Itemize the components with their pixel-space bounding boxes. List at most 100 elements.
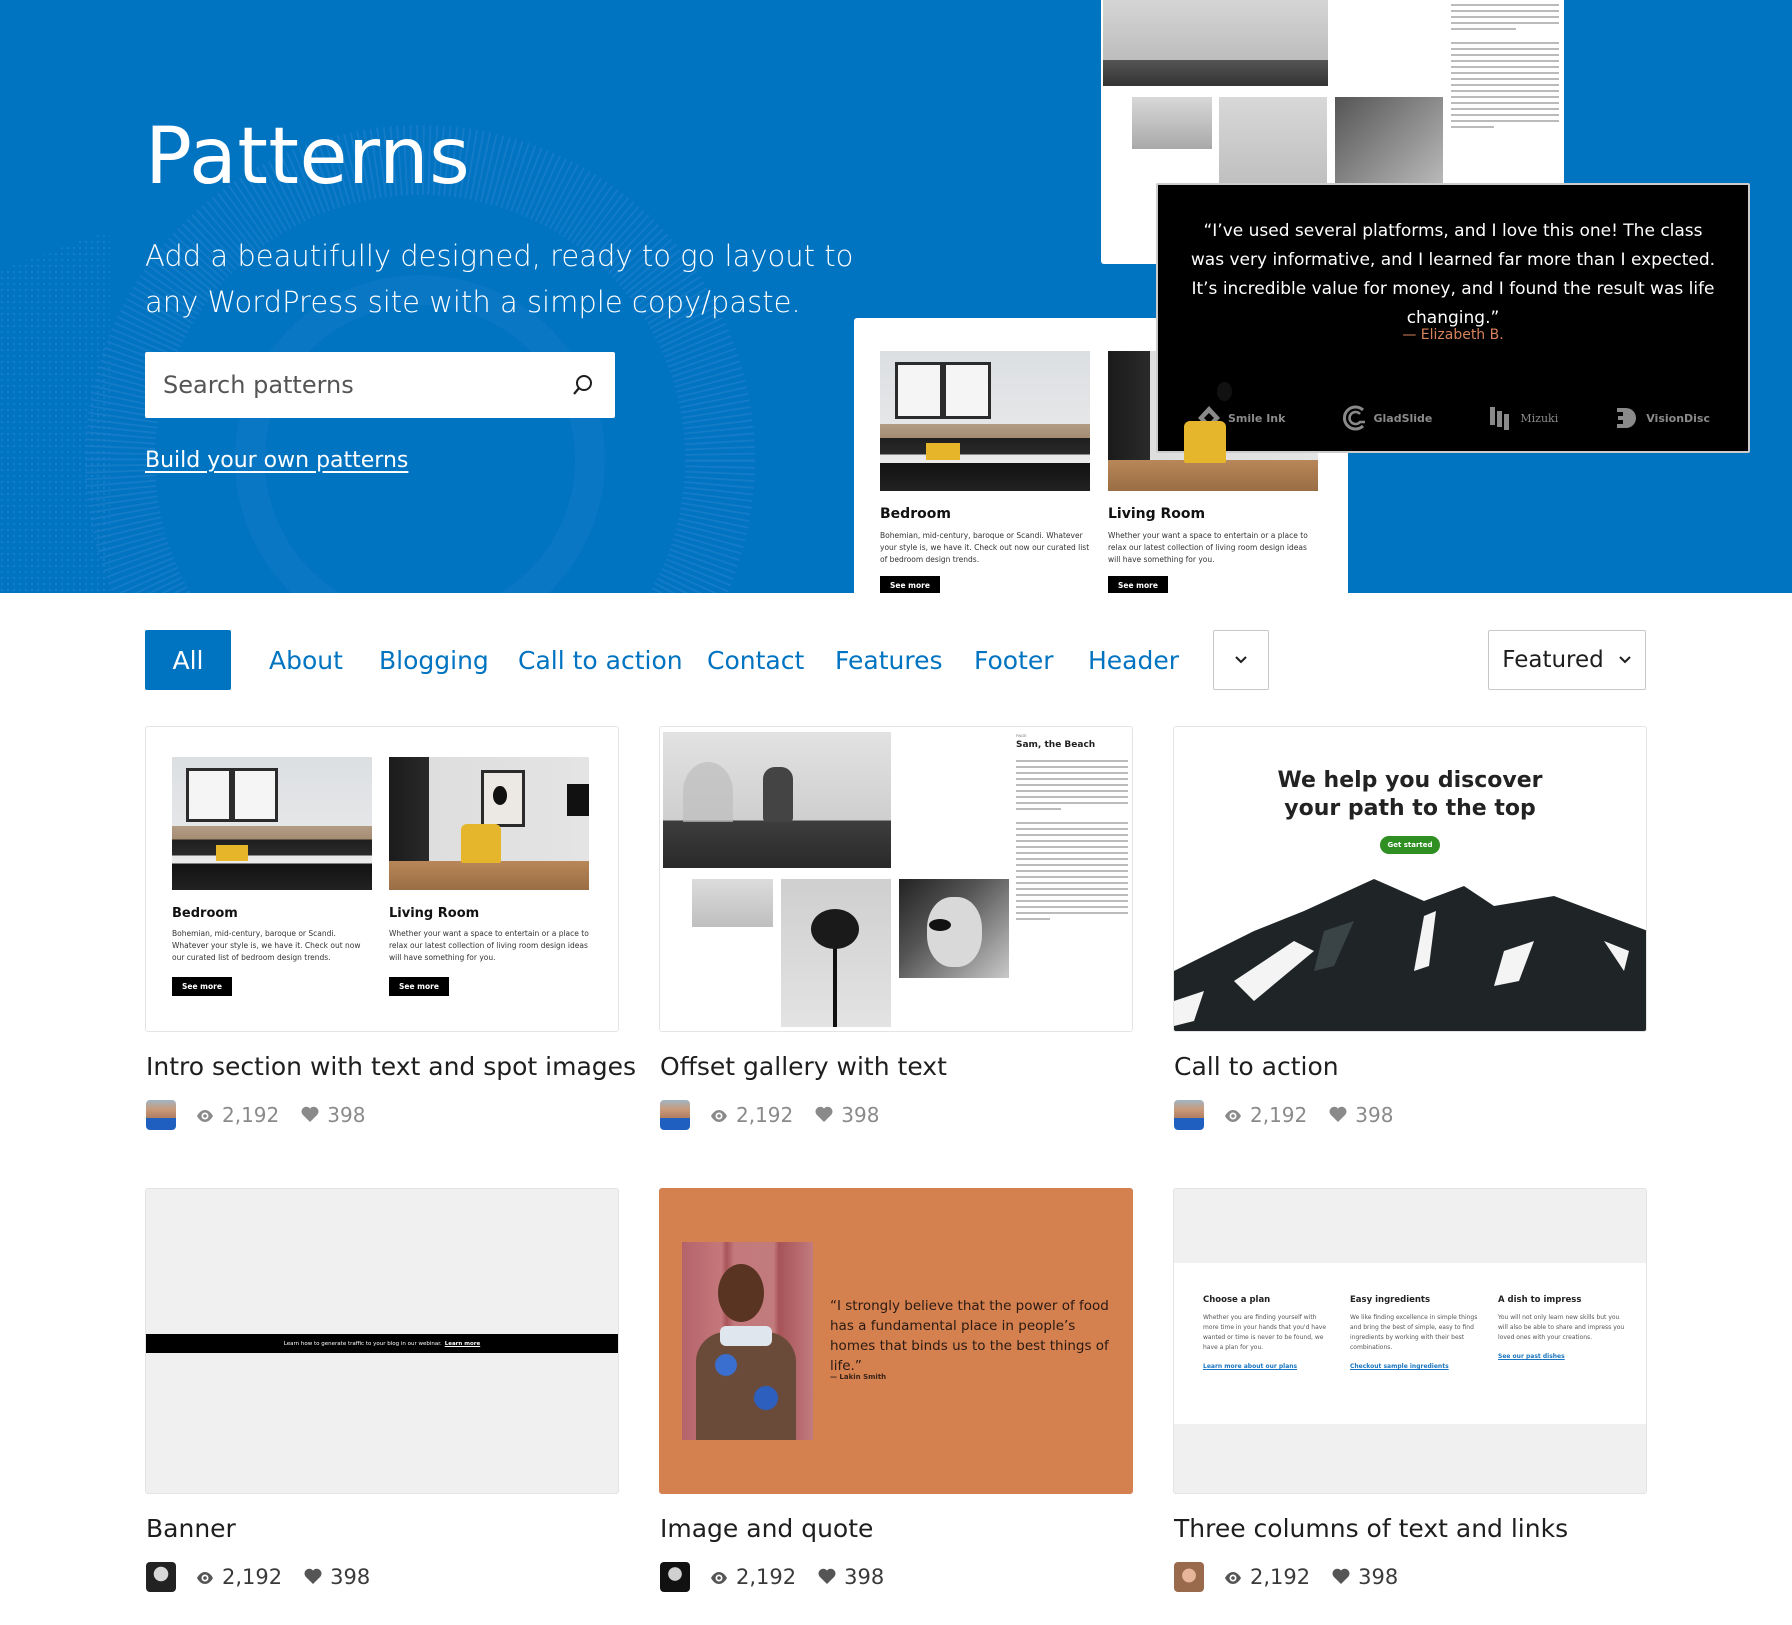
category-filter-bar: All About Blogging Call to action Contac… [145, 630, 1648, 690]
heart-icon [1329, 1103, 1347, 1127]
mountain-image [1174, 879, 1646, 1031]
pattern-preview[interactable]: Learn how to generate traffic to your bl… [145, 1188, 619, 1494]
preview-body: You will not only learn new skills but y… [1498, 1314, 1625, 1341]
chevron-down-icon [1235, 656, 1247, 664]
views-value: 2,192 [1250, 1565, 1311, 1589]
search-input[interactable] [163, 371, 569, 399]
preview-button: Get started [1380, 836, 1440, 854]
tab-blogging[interactable]: Blogging [379, 630, 489, 690]
views-value: 2,192 [736, 1103, 794, 1127]
logo-label: Mizuki [1520, 411, 1559, 425]
likes-count[interactable]: 398 [304, 1565, 370, 1589]
build-your-own-patterns-link[interactable]: Build your own patterns [145, 448, 408, 473]
likes-count[interactable]: 398 [1329, 1103, 1393, 1127]
tab-features[interactable]: Features [835, 630, 943, 690]
heart-icon [301, 1103, 319, 1127]
pattern-card[interactable]: Choose a plan Whether you are finding yo… [1173, 1188, 1647, 1592]
pattern-card[interactable]: Bedroom Bohemian, mid-century, baroque o… [145, 726, 636, 1130]
pattern-title[interactable]: Intro section with text and spot images [146, 1052, 636, 1081]
portrait-image [682, 1242, 813, 1440]
author-avatar[interactable] [660, 1100, 690, 1130]
views-count: 2,192 [1224, 1103, 1307, 1127]
preview-photo [1103, 0, 1328, 86]
tab-all[interactable]: All [145, 630, 231, 690]
bedroom-image [880, 351, 1090, 491]
pattern-preview[interactable]: PAGE Sam, the Beach [659, 726, 1133, 1032]
pattern-card[interactable]: PAGE Sam, the Beach Offset gallery with … [659, 726, 1133, 1130]
preview-button: See more [880, 576, 940, 593]
bedroom-image [172, 757, 372, 890]
living-room-image [389, 757, 589, 890]
pattern-title[interactable]: Offset gallery with text [660, 1052, 947, 1081]
likes-value: 398 [1358, 1565, 1399, 1589]
eye-icon [710, 1103, 728, 1127]
more-categories-button[interactable] [1213, 630, 1269, 690]
logo-label: VisionDisc [1646, 411, 1710, 425]
eye-icon [196, 1103, 214, 1127]
pattern-preview[interactable]: Choose a plan Whether you are finding yo… [1173, 1188, 1647, 1494]
preview-body: We like finding excellence in simple thi… [1350, 1314, 1478, 1351]
views-count: 2,192 [710, 1103, 793, 1127]
heart-icon [304, 1565, 322, 1589]
preview-column: Easy ingredients We like finding excelle… [1350, 1295, 1478, 1370]
tab-about[interactable]: About [269, 630, 343, 690]
pattern-meta: 2,192 398 [660, 1100, 901, 1130]
pattern-preview[interactable]: “I strongly believe that the power of fo… [659, 1188, 1133, 1494]
pattern-preview[interactable]: We help you discover your path to the to… [1173, 726, 1647, 1032]
banner-link: Learn more [444, 1340, 481, 1347]
tab-call-to-action[interactable]: Call to action [518, 630, 683, 690]
gallery-photo [781, 879, 891, 1027]
preview-column: Living Room Whether your want a space to… [1108, 506, 1318, 593]
eye-icon [710, 1565, 728, 1589]
views-value: 2,192 [1250, 1103, 1308, 1127]
pattern-title[interactable]: Three columns of text and links [1174, 1514, 1568, 1543]
page-title: Patterns [145, 112, 471, 202]
views-count: 2,192 [196, 1565, 282, 1589]
pattern-title[interactable]: Image and quote [660, 1514, 873, 1543]
logo-label: GladSlide [1373, 411, 1433, 425]
visiondisc-logo-icon [1617, 408, 1637, 428]
author-avatar[interactable] [660, 1562, 690, 1592]
chevron-down-icon [1619, 656, 1631, 664]
hero-section: Patterns Add a beautifully designed, rea… [0, 0, 1792, 593]
sort-select[interactable]: Featured [1488, 630, 1646, 690]
pattern-card[interactable]: Learn how to generate traffic to your bl… [145, 1188, 619, 1592]
preview-heading: Easy ingredients [1350, 1295, 1431, 1305]
author-avatar[interactable] [146, 1562, 176, 1592]
likes-count[interactable]: 398 [1332, 1565, 1398, 1589]
pattern-title[interactable]: Call to action [1174, 1052, 1339, 1081]
preview-heading: Sam, the Beach [1016, 740, 1096, 750]
testimonial-quote: “I’ve used several platforms, and I love… [1190, 221, 1716, 328]
search-icon[interactable] [569, 371, 597, 399]
views-count: 2,192 [1224, 1565, 1310, 1589]
preview-kicker: PAGE [1016, 733, 1027, 738]
author-avatar[interactable] [1174, 1100, 1204, 1130]
tab-header[interactable]: Header [1088, 630, 1179, 690]
gallery-photo [663, 732, 891, 868]
likes-value: 398 [327, 1103, 366, 1127]
likes-value: 398 [841, 1103, 880, 1127]
preview-text-lines [1451, 4, 1559, 128]
pattern-card[interactable]: “I strongly believe that the power of fo… [659, 1188, 1133, 1592]
likes-count[interactable]: 398 [815, 1103, 879, 1127]
author-avatar[interactable] [1174, 1562, 1204, 1592]
pattern-title[interactable]: Banner [146, 1514, 236, 1543]
pattern-card[interactable]: We help you discover your path to the to… [1173, 726, 1647, 1130]
author-avatar[interactable] [146, 1100, 176, 1130]
testimonial-author: — Elizabeth B. [1402, 327, 1504, 343]
gladslide-logo-icon [1343, 405, 1366, 431]
likes-count[interactable]: 398 [818, 1565, 884, 1589]
pattern-meta: 2,192 398 [660, 1562, 906, 1592]
likes-count[interactable]: 398 [301, 1103, 365, 1127]
gallery-photo [899, 879, 1009, 978]
views-count: 2,192 [196, 1103, 279, 1127]
views-value: 2,192 [222, 1103, 280, 1127]
likes-value: 398 [330, 1565, 371, 1589]
likes-value: 398 [1355, 1103, 1394, 1127]
views-value: 2,192 [736, 1565, 797, 1589]
tab-contact[interactable]: Contact [707, 630, 804, 690]
search-field[interactable] [145, 352, 615, 418]
tab-footer[interactable]: Footer [974, 630, 1054, 690]
pattern-preview[interactable]: Bedroom Bohemian, mid-century, baroque o… [145, 726, 619, 1032]
preview-link: Learn more about our plans [1203, 1363, 1298, 1370]
